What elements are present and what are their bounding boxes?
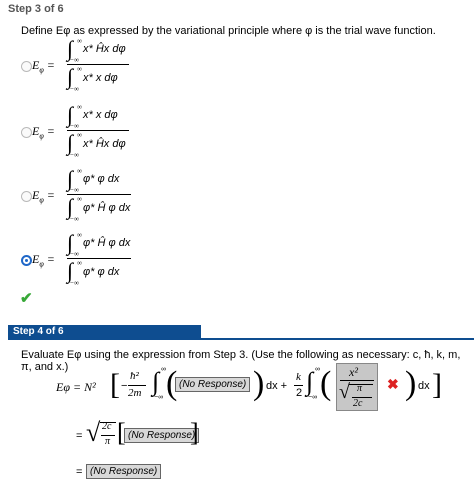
step4-line2: = √ 2c π [ (No Response) ] <box>0 418 474 452</box>
dx-label: dx <box>418 380 430 392</box>
denominator: x* Ĥx dφ <box>83 138 126 150</box>
step4-line3: = (No Response) <box>0 462 474 482</box>
step4-title: Step 4 of 6 <box>8 325 201 339</box>
option-3[interactable]: Eφ = ∫ ∞ −∞ φ* φ dx ∫ ∞ −∞ φ* Ĥ φ dx <box>21 167 221 226</box>
option-2-radio[interactable] <box>21 127 32 138</box>
option-1-lhs: Eφ = <box>32 58 55 75</box>
numerator: φ* Ĥ φ dx <box>83 237 131 249</box>
sqrt-sign: √ <box>86 418 101 447</box>
right-bracket: ] <box>432 368 442 401</box>
upper-limit: ∞ <box>77 65 82 73</box>
k-denominator: 2 <box>296 387 303 399</box>
upper-limit: ∞ <box>77 195 82 203</box>
hbar-fraction-bar <box>128 385 146 386</box>
option-1[interactable]: Eφ = ∫ ∞ −∞ x* Ĥx dφ ∫ ∞ −∞ x* x dφ <box>21 37 221 96</box>
option-2-lhs: Eφ = <box>32 124 55 141</box>
numerator: x* x dφ <box>83 109 118 121</box>
lower-limit: −∞ <box>70 279 79 287</box>
sqrt-denominator: π <box>105 436 111 447</box>
upper-limit: ∞ <box>77 103 82 111</box>
two-c: 2c <box>353 398 363 409</box>
minus-sign: − <box>121 380 128 392</box>
step3-title: Step 3 of 6 <box>8 3 64 15</box>
hbar-numerator: ħ² <box>130 370 139 382</box>
integral-sign: ∫ <box>306 367 314 396</box>
option-2[interactable]: Eφ = ∫ ∞ −∞ x* x dφ ∫ ∞ −∞ x* Ĥx dφ <box>21 103 221 162</box>
option-4[interactable]: Eφ = ∫ ∞ −∞ φ* Ĥ φ dx ∫ ∞ −∞ φ* φ dx <box>21 231 221 290</box>
pi-symbol: π <box>357 383 363 394</box>
lower-limit: −∞ <box>70 186 79 194</box>
lower-limit: −∞ <box>154 394 164 401</box>
hbar-denominator: 2m <box>128 387 142 399</box>
checkmark-icon: ✔ <box>20 290 33 307</box>
wrong-icon: ✖ <box>387 376 399 392</box>
response-field-2[interactable]: x² √ π 2c <box>336 363 378 411</box>
left-bracket: [ <box>110 368 120 401</box>
integral-sign: ∫ <box>152 367 160 396</box>
step4-line1: Eφ = N² [ − ħ² 2m ∫ ∞ −∞ ( (No Response)… <box>0 360 474 412</box>
numerator: x* Ĥx dφ <box>83 43 126 55</box>
step3-panel: Step 3 of 6 Define Eφ as expressed by th… <box>0 0 474 324</box>
k-fraction-bar <box>294 385 303 386</box>
lower-limit: −∞ <box>70 250 79 258</box>
equals-sign: = <box>76 466 83 478</box>
denominator: x* x dφ <box>83 72 118 84</box>
lower-limit: −∞ <box>70 56 79 64</box>
x-squared: x² <box>349 365 358 379</box>
lower-limit: −∞ <box>70 151 79 159</box>
right-bracket: ] <box>190 418 199 447</box>
option-4-radio[interactable] <box>21 255 32 266</box>
upper-limit: ∞ <box>77 259 82 267</box>
denominator: φ* Ĥ φ dx <box>83 202 131 214</box>
option-3-radio[interactable] <box>21 191 32 202</box>
upper-limit: ∞ <box>77 131 82 139</box>
line1-lhs: Eφ = N² <box>56 380 96 394</box>
right-paren: ) <box>253 365 265 402</box>
sqrt-numerator: 2c <box>102 421 112 432</box>
numerator: φ* φ dx <box>83 173 120 185</box>
response-field-1[interactable]: (No Response) <box>175 377 251 392</box>
left-paren: ( <box>320 365 332 402</box>
upper-limit: ∞ <box>77 37 82 45</box>
lower-limit: −∞ <box>70 85 79 93</box>
equals-sign: = <box>76 430 83 442</box>
upper-limit: ∞ <box>77 167 82 175</box>
step3-question: Define Eφ as expressed by the variationa… <box>21 25 436 37</box>
response-field-3[interactable]: (No Response) <box>124 428 200 443</box>
k-numerator: k <box>296 371 301 383</box>
response-field-4[interactable]: (No Response) <box>86 464 162 479</box>
denominator: φ* φ dx <box>83 266 120 278</box>
option-1-radio[interactable] <box>21 61 32 72</box>
lower-limit: −∞ <box>70 215 79 223</box>
option-4-lhs: Eφ = <box>32 252 55 269</box>
lower-limit: −∞ <box>308 394 318 401</box>
right-paren: ) <box>405 365 417 402</box>
dx-plus: dx + <box>266 380 288 392</box>
lower-limit: −∞ <box>70 122 79 130</box>
option-3-lhs: Eφ = <box>32 188 55 205</box>
step4-divider <box>8 338 474 340</box>
upper-limit: ∞ <box>77 231 82 239</box>
